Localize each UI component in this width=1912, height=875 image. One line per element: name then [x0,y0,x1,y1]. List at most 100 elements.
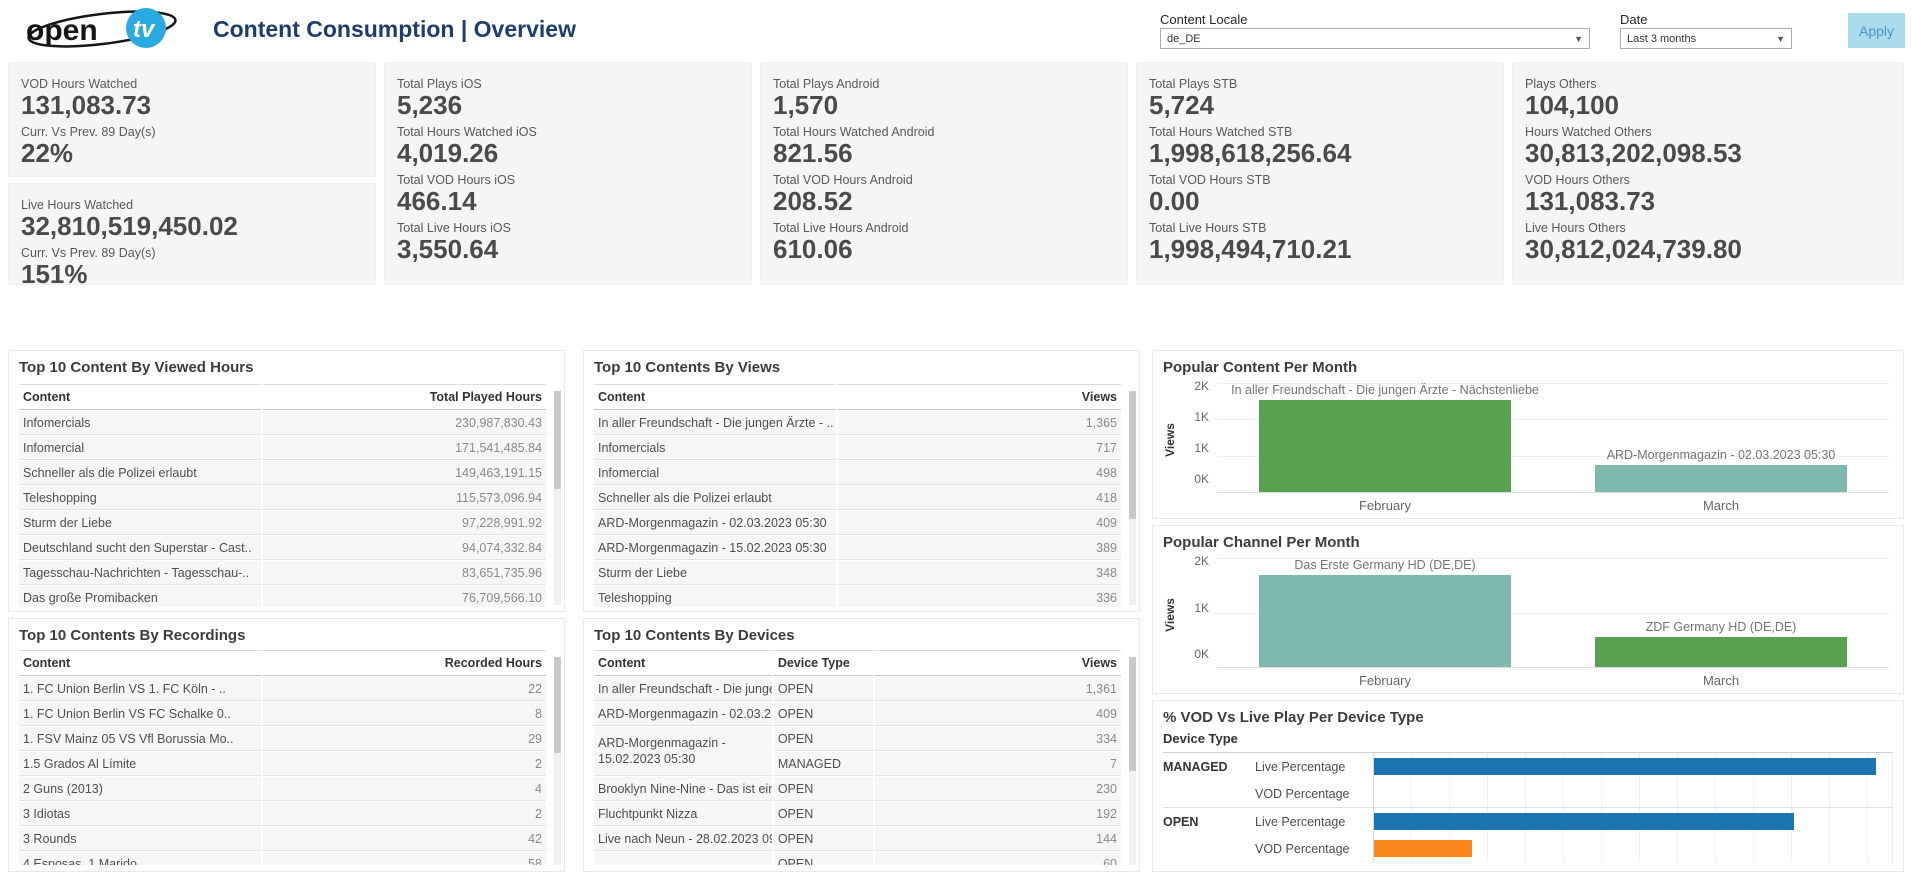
panel-recordings: Top 10 Contents By Recordings Content Re… [8,618,565,872]
scrollbar-thumb[interactable] [1129,391,1136,519]
kpi-sub-label: Curr. Vs Prev. 89 Day(s) [21,246,363,260]
kpi-label: Total Hours Watched iOS [397,125,739,139]
table-row[interactable]: 1. FSV Mainz 05 VS Vfl Borussia Mo..29 [19,727,546,751]
table-row[interactable]: 1. FC Union Berlin VS 1. FC Köln - ..22 [19,677,546,701]
scrollbar-thumb[interactable] [554,657,561,753]
kpi-label: Total Plays Android [773,77,1115,91]
table-row[interactable]: Schneller als die Polizei erlaubt149,463… [19,461,546,485]
kpi-label: Total VOD Hours STB [1149,173,1491,187]
table-row[interactable]: Infomercial171,541,485.84 [19,436,546,460]
table-row[interactable]: ARD-Morgenmagazin - 15.02.2023 05:30389 [594,536,1121,560]
table-row[interactable]: Sturm der Liebe97,228,991.92 [19,511,546,535]
scrollbar[interactable] [1129,657,1136,865]
y-axis-ticks: 2K 1K 0K [1175,554,1209,661]
kpi-value: 4,019.26 [397,139,739,168]
bar-open-live[interactable] [1374,813,1794,830]
table-row[interactable]: 4 Esposas, 1 Marido58 [19,852,546,865]
table-row[interactable]: 3 Idiotas2 [19,802,546,826]
kpi-value: 30,812,024,739.80 [1525,235,1891,264]
column-header[interactable]: Total Played Hours [263,384,547,410]
table-row[interactable]: Brooklyn Nine-Nine - Das ist ein..OPEN23… [594,777,1121,801]
table-row[interactable]: Teleshopping115,573,096.94 [19,486,546,510]
table-row[interactable]: Schneller als die Polizei erlaubt418 [594,486,1121,510]
table-row[interactable]: In aller Freundschaft - Die jungen Ärzte… [594,411,1121,435]
chart-title: Popular Content Per Month [1153,351,1903,382]
table-row[interactable]: 1.5 Grados Al Límite2 [19,752,546,776]
chevron-down-icon: ▼ [1776,34,1785,44]
scrollbar[interactable] [1129,391,1136,605]
table-row[interactable]: Fluchtpunkt NizzaOPEN192 [594,802,1121,826]
table-row[interactable]: Das große Promibacken76,709,566.10 [19,586,546,607]
kpi-value: 610.06 [773,235,1115,264]
kpi-label: VOD Hours Others [1525,173,1891,187]
column-header[interactable]: Views [838,384,1122,410]
scrollbar-thumb[interactable] [1129,657,1136,771]
kpi-value: 0.00 [1149,187,1491,216]
table-row[interactable]: Infomercials717 [594,436,1121,460]
table-row[interactable]: Infomercial498 [594,461,1121,485]
table-row[interactable]: ARD-Morgenmagazin - 15.02.2023 05:30OPEN… [594,727,1121,751]
kpi-label: Total Hours Watched STB [1149,125,1491,139]
table-row[interactable]: Infomercials230,987,830.43 [19,411,546,435]
kpi-label: VOD Hours Watched [21,77,363,91]
table-row[interactable]: ARD-Morgenmagazin - 02.03.2023 05:30409 [594,511,1121,535]
scrollbar[interactable] [554,657,561,865]
kpi-sub-value: 22% [21,139,363,168]
bar-track [1373,835,1893,862]
panel-title: Top 10 Content By Viewed Hours [9,351,564,382]
kpi-label: Live Hours Watched [21,198,363,212]
table-row[interactable]: 3 Rounds42 [19,827,546,851]
table-row[interactable]: Deutschland sucht den Superstar - Cast..… [19,536,546,560]
bar-label: Das Erste Germany HD (DE,DE) [1294,558,1475,572]
column-header[interactable]: Content [19,650,261,676]
bar-track [1373,780,1893,807]
y-axis-ticks: 2K 1K 1K 0K [1175,379,1209,486]
scrollbar[interactable] [554,391,561,605]
table-row[interactable]: Sturm der LiebeOPEN60 [594,852,1121,865]
column-header[interactable]: Views [875,650,1121,676]
panel-vod-vs-live: % VOD Vs Live Play Per Device Type Devic… [1152,700,1904,872]
bar-managed-live[interactable] [1374,758,1876,775]
kpi-value: 1,570 [773,91,1115,120]
kpi-label: Total Live Hours STB [1149,221,1491,235]
kpi-label: Live Hours Others [1525,221,1891,235]
chart-row: VOD Percentage [1255,835,1893,862]
table-row[interactable]: Teleshopping336 [594,586,1121,607]
kpi-value: 3,550.64 [397,235,739,264]
kpi-sub-label: Curr. Vs Prev. 89 Day(s) [21,125,363,139]
table-row[interactable]: 1. FC Union Berlin VS FC Schalke 0..8 [19,702,546,726]
kpi-card-stb: Total Plays STB 5,724 Total Hours Watche… [1136,62,1504,285]
column-header[interactable]: Recorded Hours [263,650,547,676]
table-row[interactable]: ARD-Morgenmagazin - 02.03.2..OPEN409 [594,702,1121,726]
bar-track [1373,753,1893,780]
bar-open-vod[interactable] [1374,840,1472,857]
table-row[interactable]: Sturm der Liebe348 [594,561,1121,585]
chart-title: Popular Channel Per Month [1153,526,1903,557]
table-row[interactable]: Tagesschau-Nachrichten - Tagesschau-..83… [19,561,546,585]
bar-february[interactable] [1259,400,1511,492]
bar-label: In aller Freundschaft - Die jungen Ärzte… [1231,383,1539,397]
scrollbar-thumb[interactable] [554,391,561,489]
bar-march[interactable] [1595,637,1847,667]
bar-march[interactable] [1595,465,1847,492]
bar-february[interactable] [1259,575,1511,667]
table-row[interactable]: 2 Guns (2013)4 [19,777,546,801]
kpi-value: 131,083.73 [1525,187,1891,216]
table-row[interactable]: In aller Freundschaft - Die junge..OPEN1… [594,677,1121,701]
kpi-label: Total VOD Hours Android [773,173,1115,187]
kpi-value: 208.52 [773,187,1115,216]
table-row[interactable]: Live nach Neun - 28.02.2023 09..OPEN144 [594,827,1121,851]
content-locale-select[interactable]: de_DE ▼ [1160,28,1590,49]
plot-area: Das Erste Germany HD (DE,DE) ZDF Germany… [1217,558,1889,667]
column-header[interactable]: Device Type [774,650,873,676]
column-header[interactable]: Content [594,650,772,676]
column-header[interactable]: Content [594,384,836,410]
kpi-card-android: Total Plays Android 1,570 Total Hours Wa… [760,62,1128,285]
column-header[interactable]: Content [19,384,261,410]
date-select[interactable]: Last 3 months ▼ [1620,28,1792,49]
apply-button[interactable]: Apply [1848,13,1905,48]
panel-viewed-hours: Top 10 Content By Viewed Hours Content T… [8,350,565,612]
kpi-value: 30,813,202,098.53 [1525,139,1891,168]
kpi-card-vod-hours: VOD Hours Watched 131,083.73 Curr. Vs Pr… [8,62,376,177]
logo-text-tv: tv [133,16,156,43]
